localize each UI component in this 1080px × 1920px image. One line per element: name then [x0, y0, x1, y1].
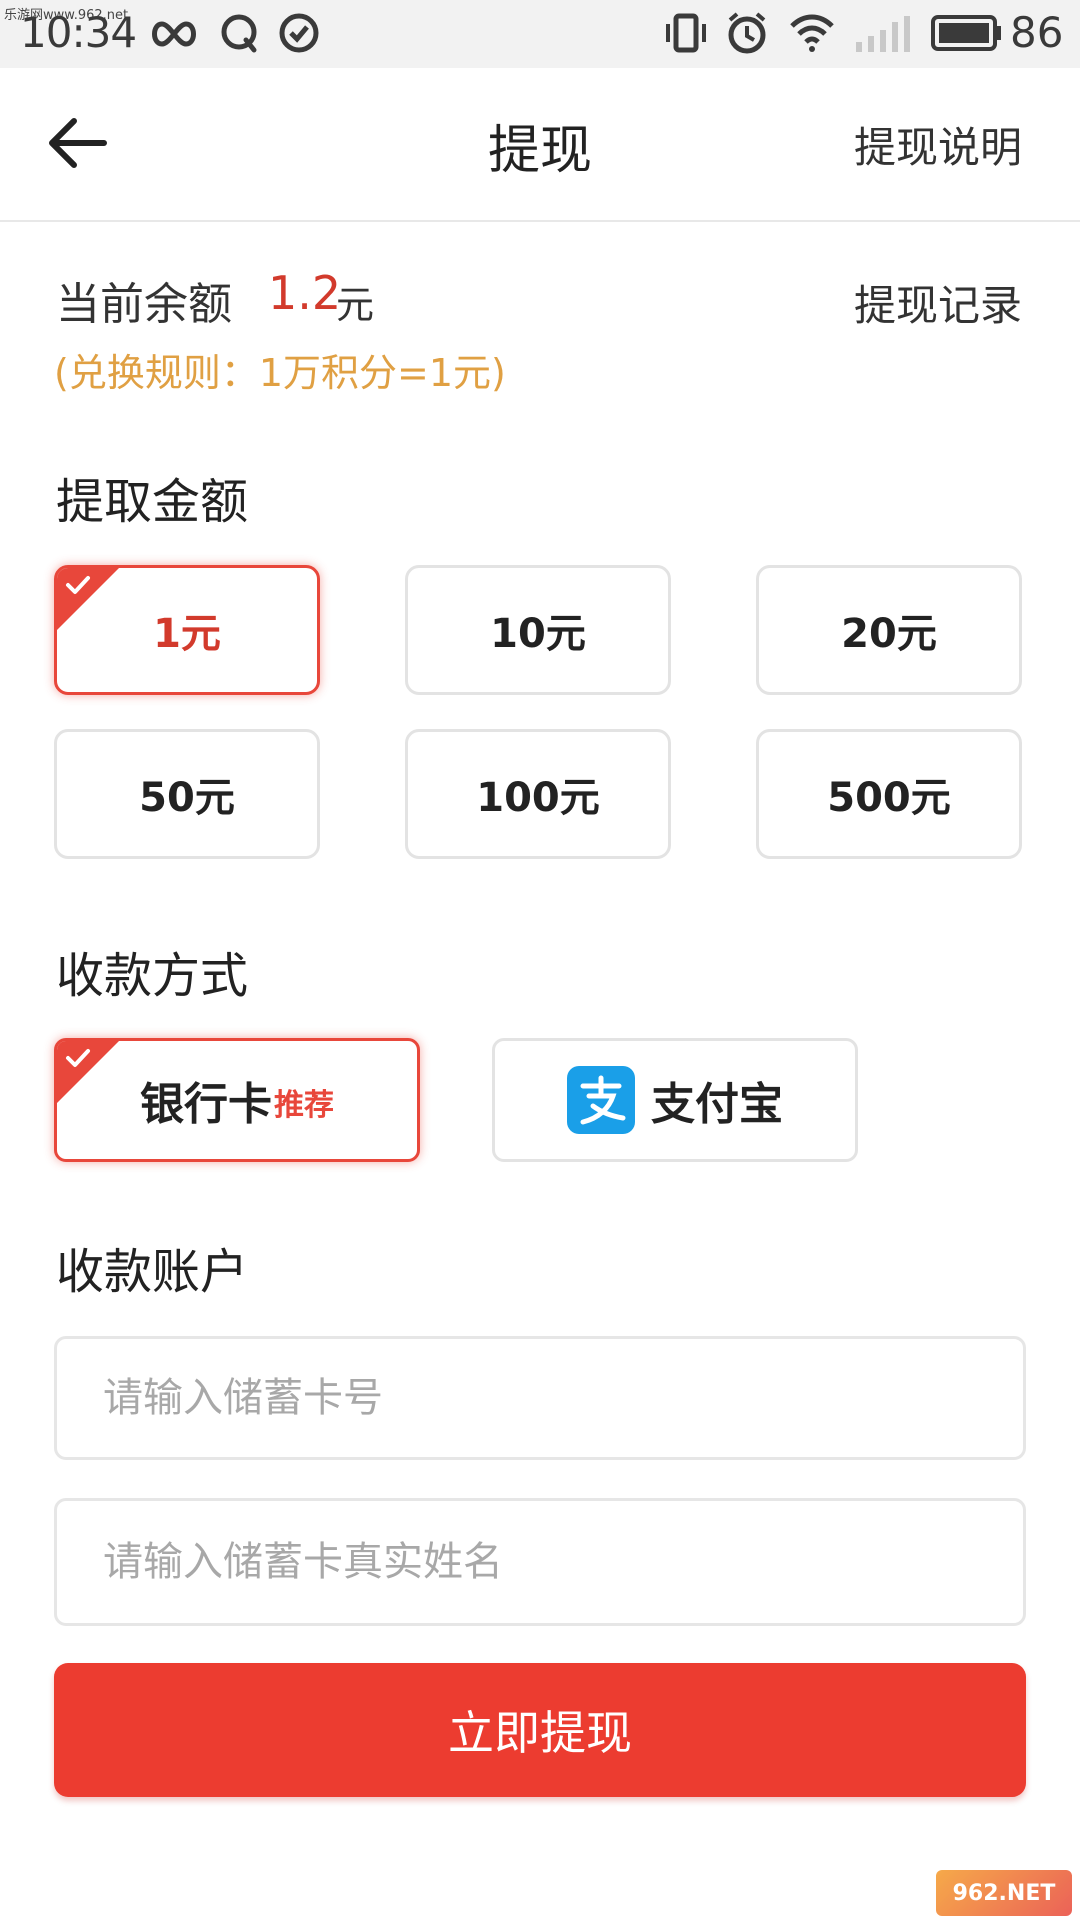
amount-option[interactable]: 50元 [54, 729, 320, 859]
infinity-icon [152, 21, 196, 47]
checkmark-icon [66, 576, 90, 594]
card-number-input[interactable] [57, 1339, 1023, 1457]
vibrate-icon [666, 13, 706, 53]
battery-icon [931, 15, 1001, 51]
alipay-option[interactable]: 支付宝 [492, 1038, 858, 1162]
alarm-icon [728, 12, 766, 54]
amount-option[interactable]: 10元 [405, 565, 671, 695]
signal-icon [856, 16, 910, 52]
withdraw-help-link[interactable]: 提现说明 [854, 114, 1022, 175]
withdraw-now-button[interactable]: 立即提现 [54, 1663, 1026, 1797]
status-time: 10:34 [20, 8, 137, 57]
amount-option-label: 1元 [153, 611, 221, 657]
cardholder-name-input[interactable] [57, 1501, 1023, 1623]
amount-option[interactable]: 1元 [54, 565, 320, 695]
card-number-field-wrapper [54, 1336, 1026, 1460]
status-bar: 乐游网www.962.net 10:34 86 [0, 0, 1080, 68]
balance-unit: 元 [336, 283, 375, 327]
bank-card-label: 银行卡 [140, 1079, 272, 1130]
wifi-icon [790, 14, 834, 52]
amount-option-label: 10元 [490, 611, 586, 657]
balance-value: 1.2 [268, 266, 342, 320]
amount-option[interactable]: 500元 [756, 729, 1022, 859]
balance-label: 当前余额 [56, 279, 232, 330]
amount-section-title: 提取金额 [56, 474, 249, 530]
amount-option[interactable]: 20元 [756, 565, 1022, 695]
exchange-rule: (兑换规则：1万积分=1元) [54, 351, 506, 395]
checkmark-icon [66, 1049, 90, 1067]
amount-option-label: 50元 [139, 775, 235, 821]
q-app-icon [221, 14, 257, 53]
withdraw-records-link[interactable]: 提现记录 [854, 272, 1022, 333]
alipay-icon [567, 1066, 635, 1134]
amount-option-label: 100元 [476, 775, 600, 821]
amount-option-label: 500元 [827, 775, 951, 821]
account-section-title: 收款账户 [56, 1244, 249, 1300]
battery-level: 86 [1010, 8, 1064, 57]
alipay-label: 支付宝 [651, 1079, 783, 1130]
amount-option[interactable]: 100元 [405, 729, 671, 859]
card-name-field-wrapper [54, 1498, 1026, 1626]
bank-card-option[interactable]: 银行卡 推荐 [54, 1038, 420, 1162]
recommended-badge: 推荐 [274, 1088, 334, 1123]
nav-bar: 提现 提现说明 [0, 68, 1080, 222]
amount-option-label: 20元 [841, 611, 937, 657]
watermark-logo: 962.NET [936, 1870, 1072, 1916]
payment-section-title: 收款方式 [56, 948, 249, 1004]
check-circle-icon [279, 13, 319, 53]
